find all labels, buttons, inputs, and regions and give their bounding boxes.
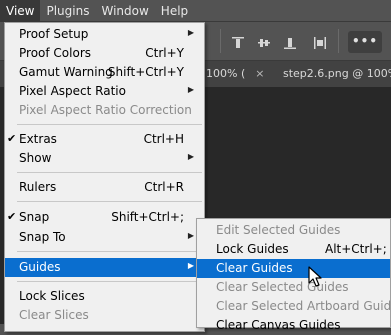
menu-item-shortcut: Ctrl+H [143,132,184,146]
mouse-pointer-icon [308,266,322,287]
toolbar-separator [220,29,221,53]
menu-item-extras[interactable]: ✔ Extras Ctrl+H [5,130,204,149]
menu-item-label: Show [19,151,52,165]
submenu-item-clear-selected-artboard-guides: Clear Selected Artboard Guides [197,297,391,316]
menu-item-label: Extras [19,132,57,146]
close-tab-icon[interactable]: × [255,67,264,80]
menu-item-shortcut: Ctrl+R [144,180,184,194]
menu-item-label: Proof Colors [19,46,91,60]
menu-item-guides[interactable]: Guides ▶ [5,258,204,277]
submenu-arrow-icon: ▶ [187,152,194,161]
menu-item-snap[interactable]: ✔ Snap Shift+Ctrl+; [5,208,204,227]
submenu-item-edit-selected-guides: Edit Selected Guides [197,221,390,240]
menu-help[interactable]: Help [155,0,194,22]
menu-item-label: Snap [19,210,50,224]
menu-divider [17,281,202,282]
menu-item-gamut-warning[interactable]: Gamut Warning Shift+Ctrl+Y [5,63,204,82]
menu-item-shortcut: Alt+Ctrl+; [325,242,387,256]
document-tab[interactable]: 100% ( × [206,61,264,87]
toolbar-separator [338,29,339,53]
align-bottom-icon[interactable] [283,36,297,54]
submenu-item-clear-canvas-guides[interactable]: Clear Canvas Guides [197,316,390,335]
menu-item-shortcut: Shift+Ctrl+Y [107,65,184,79]
submenu-arrow-icon: ▶ [187,85,194,94]
menu-bar: View Plugins Window Help [0,0,391,22]
menu-divider [17,172,202,173]
menu-divider [17,201,202,202]
menu-item-label: Lock Slices [19,289,85,303]
menu-item-label: Rulers [19,180,57,194]
distribute-icon[interactable] [313,36,327,54]
menu-item-label: Pixel Aspect Ratio Correction [19,103,192,117]
menu-view[interactable]: View [0,0,41,22]
submenu-arrow-icon: ▶ [187,28,194,37]
tab-label: step2.6.png @ 100% [283,67,391,80]
menu-item-show[interactable]: Show ▶ [5,149,204,168]
menu-item-clear-slices: Clear Slices [5,306,204,325]
menu-item-label: Clear Selected Guides [216,280,349,294]
menu-item-label: Lock Guides [216,242,289,256]
submenu-arrow-icon: ▶ [187,261,194,270]
submenu-item-lock-guides[interactable]: Lock Guides Alt+Ctrl+; [197,240,390,259]
checkmark-icon: ✔ [7,132,17,145]
menu-item-shortcut: Ctrl+Y [145,46,184,60]
menu-item-shortcut: Shift+Ctrl+; [111,210,184,224]
submenu-item-clear-selected-guides: Clear Selected Guides [197,278,390,297]
menu-item-label: Clear Canvas Guides [216,318,341,332]
tab-label: 100% ( [206,67,246,80]
menu-divider [17,124,202,125]
menu-item-pixel-aspect-ratio[interactable]: Pixel Aspect Ratio ▶ [5,82,204,101]
menu-item-snap-to[interactable]: Snap To ▶ [5,228,204,247]
more-options-button[interactable]: ••• [348,31,382,53]
submenu-item-clear-guides[interactable]: Clear Guides [197,259,390,278]
menu-item-label: Snap To [19,230,66,244]
align-vertical-center-icon[interactable] [257,36,271,54]
menu-item-rulers[interactable]: Rulers Ctrl+R [5,178,204,197]
submenu-arrow-icon: ▶ [187,231,194,240]
menu-divider [17,251,202,252]
menu-item-label: Clear Slices [19,308,89,322]
menu-plugins[interactable]: Plugins [40,0,95,22]
menu-item-pixel-aspect-ratio-correction: Pixel Aspect Ratio Correction [5,101,204,120]
menu-item-label: Clear Guides [216,261,293,275]
checkmark-icon: ✔ [7,210,17,223]
menu-item-proof-colors[interactable]: Proof Colors Ctrl+Y [5,44,204,63]
menu-item-label: Clear Selected Artboard Guides [216,299,391,313]
menu-item-label: Proof Setup [19,27,89,41]
menu-item-label: Pixel Aspect Ratio [19,84,126,98]
menu-item-lock-slices[interactable]: Lock Slices [5,287,204,306]
menu-item-label: Guides [19,260,61,274]
menu-item-proof-setup[interactable]: Proof Setup ▶ [5,25,204,44]
align-top-icon[interactable] [231,36,245,54]
view-menu-dropdown: Proof Setup ▶ Proof Colors Ctrl+Y Gamut … [4,22,205,332]
menu-window[interactable]: Window [95,0,154,22]
guides-submenu: Edit Selected Guides Lock Guides Alt+Ctr… [196,218,391,332]
menu-item-label: Gamut Warning [19,65,113,79]
document-tab-step2[interactable]: step2.6.png @ 100% [283,61,391,87]
menu-item-label: Edit Selected Guides [216,223,341,237]
